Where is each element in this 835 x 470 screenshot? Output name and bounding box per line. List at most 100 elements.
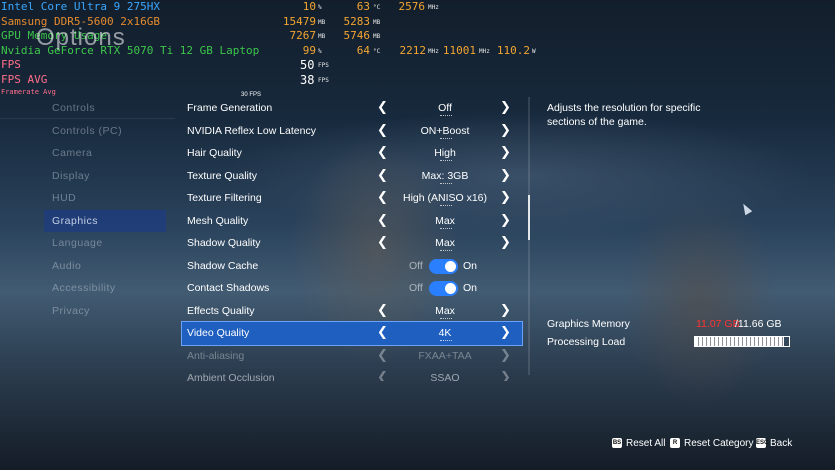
osd-gpu-power-unit: W bbox=[532, 47, 536, 55]
setting-mesh-quality[interactable]: Mesh Quality ❮ Max ❯ bbox=[182, 210, 522, 233]
graphics-settings-list: Frame Generation ❮ Off ❯ NVIDIA Reflex L… bbox=[181, 97, 523, 381]
setting-value: Off bbox=[438, 102, 452, 114]
option-dots bbox=[440, 115, 452, 117]
nav-item-camera[interactable]: Camera bbox=[44, 142, 166, 165]
back-button[interactable]: ESC Back bbox=[756, 438, 792, 449]
chevron-right-icon[interactable]: ❯ bbox=[500, 190, 511, 205]
setting-nvidia-reflex[interactable]: NVIDIA Reflex Low Latency ❮ ON+Boost ❯ bbox=[182, 120, 522, 143]
toggle-off-label: Off bbox=[409, 259, 423, 272]
chevron-right-icon[interactable]: ❯ bbox=[500, 145, 511, 160]
setting-label: Texture Filtering bbox=[187, 192, 262, 204]
osd-gpu-mem-used-unit: MB bbox=[318, 33, 326, 40]
nav-item-controls-pc[interactable]: Controls (PC) bbox=[44, 120, 166, 143]
osd-gpu-mem-used: 7267 bbox=[289, 29, 317, 42]
chevron-left-icon[interactable]: ❮ bbox=[377, 325, 388, 340]
nav-item-controls[interactable]: Controls bbox=[44, 97, 166, 120]
esc-key-icon: ESC bbox=[756, 438, 769, 449]
setting-shadow-quality[interactable]: Shadow Quality ❮ Max ❯ bbox=[182, 232, 522, 255]
setting-value: Max bbox=[435, 304, 455, 317]
nav-item-display[interactable]: Display bbox=[44, 165, 166, 188]
setting-label: Video Quality bbox=[187, 327, 250, 339]
graphics-memory-used: 11.07 GB bbox=[696, 318, 740, 330]
option-dots bbox=[440, 250, 452, 252]
setting-label: Shadow Quality bbox=[187, 237, 261, 249]
contact-shadows-toggle[interactable] bbox=[429, 281, 458, 296]
osd-cpu-temp-unit: °C bbox=[373, 4, 381, 11]
reset-category-button[interactable]: R Reset Category bbox=[670, 438, 753, 449]
processing-load-bar bbox=[694, 336, 790, 347]
backspace-key-icon: BS bbox=[612, 438, 622, 449]
osd-cpu-load: 10 bbox=[302, 0, 316, 13]
nav-item-audio[interactable]: Audio bbox=[44, 255, 166, 278]
nav-item-accessibility[interactable]: Accessibility bbox=[44, 277, 166, 300]
setting-value: 4K bbox=[438, 327, 452, 339]
setting-label: Ambient Occlusion bbox=[187, 372, 275, 381]
osd-fps-avg-unit: FPS bbox=[318, 76, 329, 84]
chevron-right-icon: ❯ bbox=[500, 347, 511, 363]
setting-contact-shadows[interactable]: Contact Shadows Off On bbox=[182, 277, 522, 300]
chevron-left-icon[interactable]: ❮ bbox=[377, 303, 388, 318]
option-dots bbox=[440, 227, 452, 230]
chevron-left-icon[interactable]: ❮ bbox=[377, 168, 388, 183]
chevron-right-icon[interactable]: ❯ bbox=[500, 213, 511, 228]
setting-ambient-occlusion: Ambient Occlusion ❮ SSAO ❯ bbox=[182, 367, 522, 381]
setting-shadow-cache[interactable]: Shadow Cache Off On bbox=[182, 255, 522, 278]
chevron-right-icon[interactable]: ❯ bbox=[500, 123, 511, 138]
toggle-knob bbox=[445, 283, 456, 294]
chevron-right-icon[interactable]: ❯ bbox=[500, 100, 511, 115]
osd-cpu-row: Intel Core Ultra 9 275HX 10 % 63 °C 2576… bbox=[0, 0, 560, 15]
nav-item-language[interactable]: Language bbox=[44, 232, 166, 255]
osd-cpu-temp: 63 bbox=[356, 0, 370, 13]
nav-item-privacy[interactable]: Privacy bbox=[44, 300, 166, 323]
page-title: Options bbox=[36, 24, 126, 51]
setting-value: Max bbox=[435, 214, 455, 227]
chevron-right-icon[interactable]: ❯ bbox=[500, 168, 511, 183]
setting-effects-quality[interactable]: Effects Quality ❮ Max ❯ bbox=[182, 300, 522, 323]
osd-fps-row: FPS 50 FPS bbox=[0, 58, 560, 73]
setting-label: Texture Quality bbox=[187, 169, 258, 182]
options-nav: Controls Controls (PC) Camera Display HU… bbox=[44, 97, 166, 322]
setting-video-quality[interactable]: Video Quality ❮ 4K ❯ bbox=[181, 321, 523, 346]
chevron-left-icon[interactable]: ❮ bbox=[377, 190, 388, 205]
option-dots bbox=[440, 182, 452, 185]
chevron-left-icon[interactable]: ❮ bbox=[377, 145, 388, 160]
setting-anti-aliasing: Anti-aliasing ❮ FXAA+TAA ❯ bbox=[182, 345, 522, 368]
setting-texture-filtering[interactable]: Texture Filtering ❮ High (ANISO x16) ❯ bbox=[182, 187, 522, 210]
osd-gpu-mem-avail-unit: MB bbox=[373, 33, 381, 40]
osd-cpu-load-unit: % bbox=[318, 4, 322, 11]
settings-scrollbar-thumb[interactable] bbox=[528, 195, 530, 240]
osd-gpu-mem-avail: 5746 bbox=[343, 29, 371, 42]
reset-all-button[interactable]: BS Reset All bbox=[612, 438, 665, 449]
osd-gpu-temp: 64 bbox=[356, 43, 370, 57]
option-dots bbox=[440, 160, 452, 162]
setting-texture-quality[interactable]: Texture Quality ❮ Max: 3GB ❯ bbox=[182, 165, 522, 188]
setting-description: Adjusts the resolution for specific sect… bbox=[547, 102, 701, 128]
chevron-left-icon: ❮ bbox=[377, 370, 388, 381]
shadow-cache-toggle[interactable] bbox=[429, 258, 458, 274]
setting-value: Max bbox=[435, 237, 455, 249]
chevron-right-icon[interactable]: ❯ bbox=[500, 303, 511, 318]
osd-fps-name: FPS bbox=[1, 58, 21, 71]
option-dots bbox=[440, 137, 452, 140]
setting-frame-generation[interactable]: Frame Generation ❮ Off ❯ bbox=[182, 97, 522, 120]
chevron-right-icon[interactable]: ❯ bbox=[500, 325, 511, 340]
osd-fps-avg-value: 38 bbox=[300, 72, 315, 87]
toggle-knob bbox=[445, 260, 456, 272]
option-dots bbox=[440, 205, 452, 207]
osd-framerate-row: Framerate Avg bbox=[0, 87, 560, 96]
chevron-left-icon[interactable]: ❮ bbox=[377, 123, 388, 138]
osd-gpu-core-clock: 2212 bbox=[399, 43, 427, 57]
setting-value: Max: 3GB bbox=[421, 169, 469, 182]
chevron-left-icon[interactable]: ❮ bbox=[377, 100, 388, 115]
osd-gpu-power: 110.2 bbox=[496, 43, 530, 57]
osd-fps-unit: FPS bbox=[318, 62, 329, 69]
chevron-left-icon[interactable]: ❮ bbox=[377, 213, 388, 228]
chevron-right-icon[interactable]: ❯ bbox=[500, 235, 511, 250]
osd-cpu-clock: 2576 bbox=[398, 0, 426, 13]
chevron-left-icon[interactable]: ❮ bbox=[377, 235, 388, 250]
nav-item-hud[interactable]: HUD bbox=[44, 187, 166, 210]
setting-hair-quality[interactable]: Hair Quality ❮ High ❯ bbox=[182, 142, 522, 165]
nav-item-graphics[interactable]: Graphics bbox=[44, 209, 166, 232]
toggle-on-label: On bbox=[463, 282, 478, 294]
setting-label: Effects Quality bbox=[187, 304, 255, 317]
